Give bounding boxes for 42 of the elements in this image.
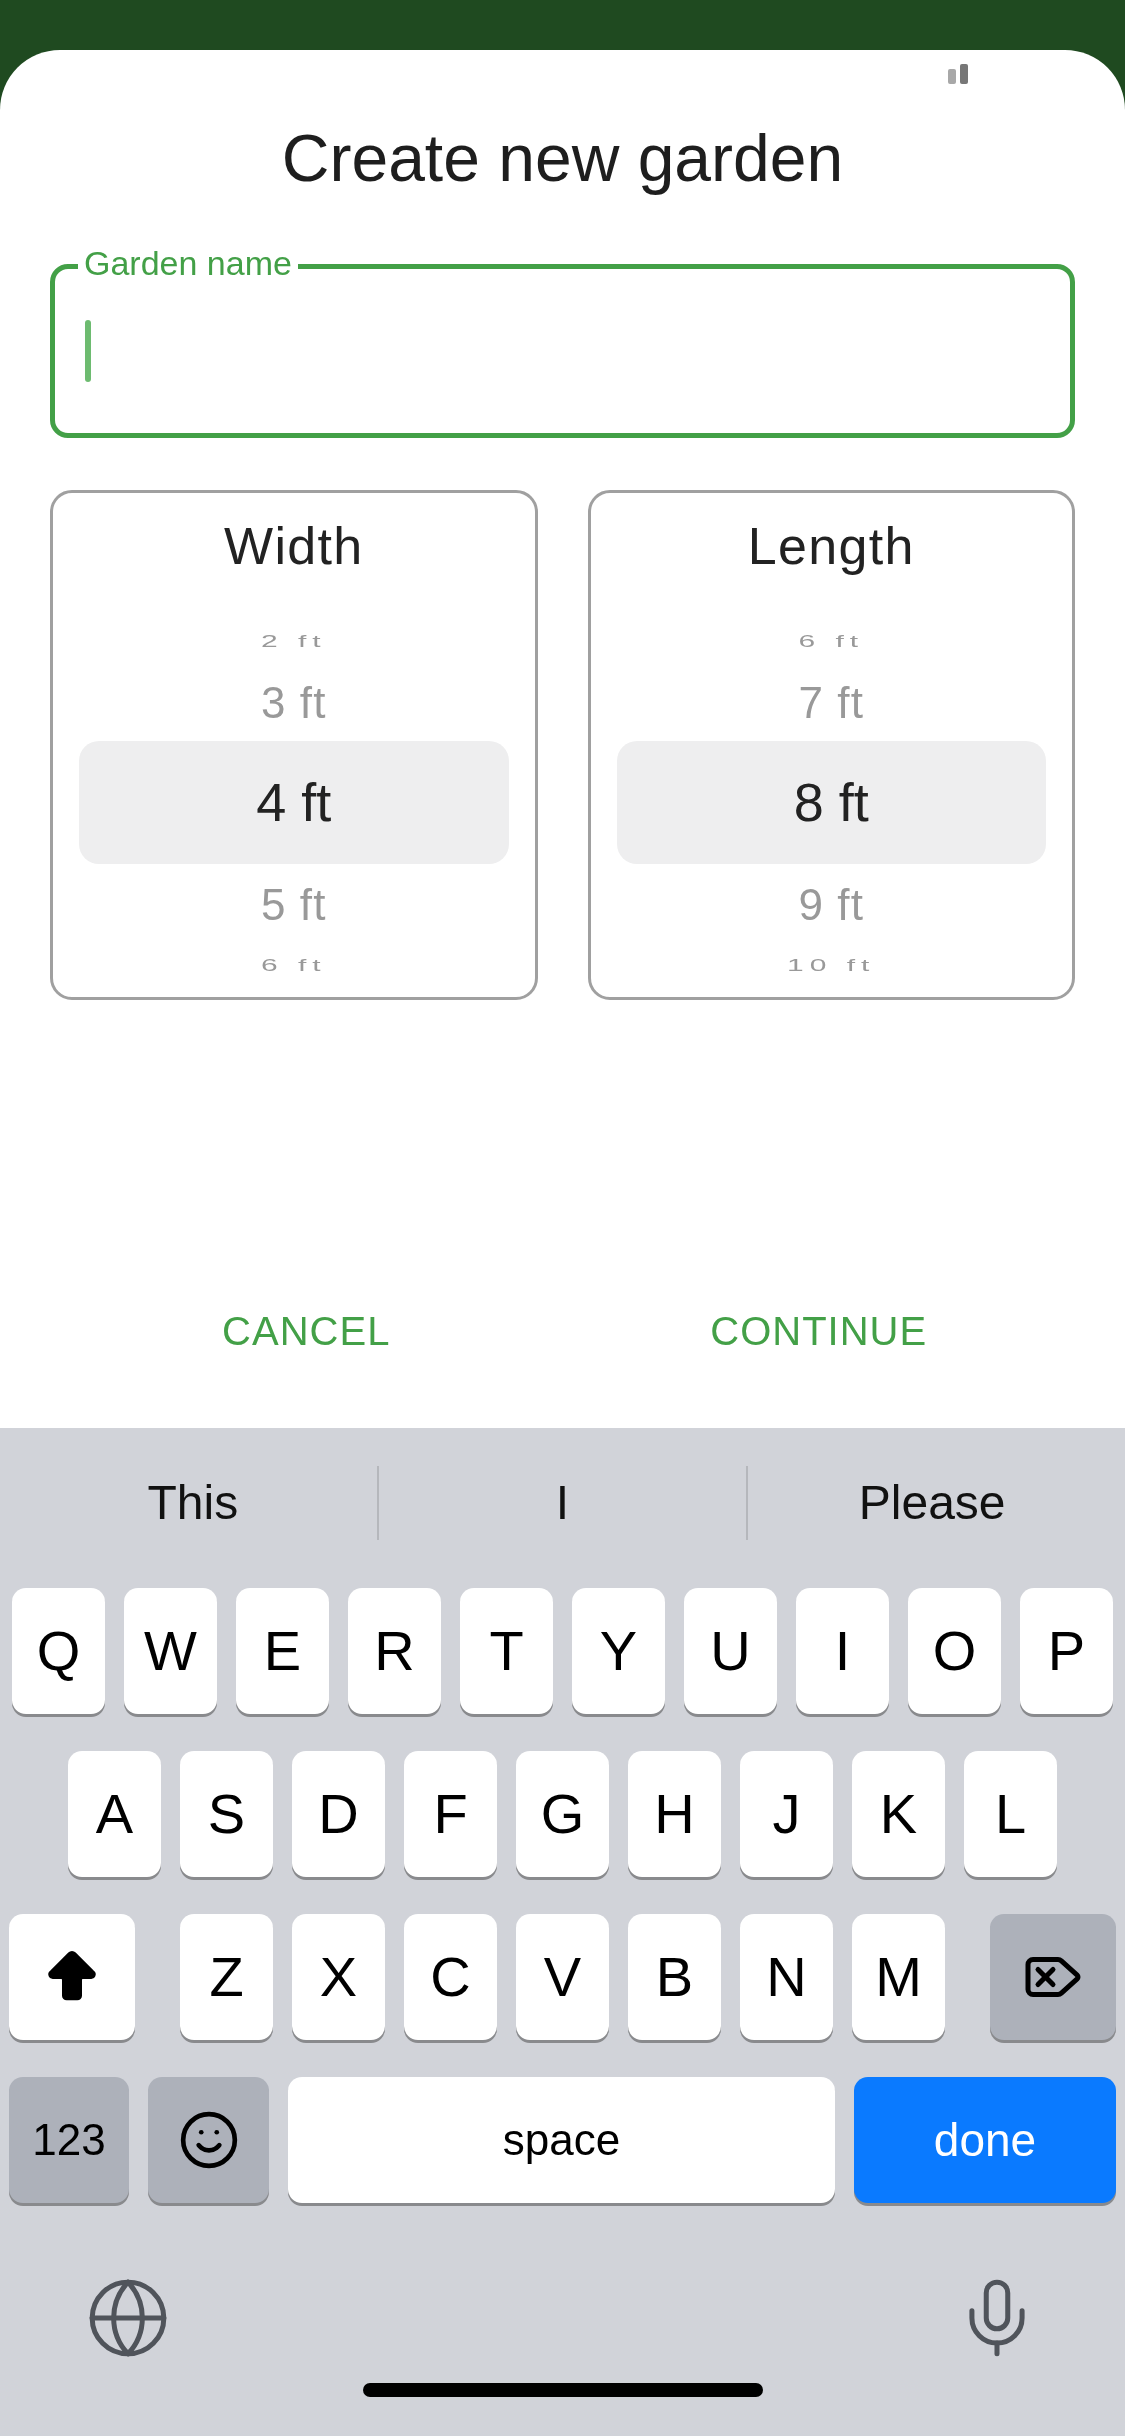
keyboard-key[interactable]: S: [180, 1751, 273, 1877]
keyboard-key[interactable]: J: [740, 1751, 833, 1877]
picker-option[interactable]: 8 ft: [616, 741, 1046, 864]
picker-label: Length: [747, 516, 915, 577]
emoji-key[interactable]: [148, 2077, 269, 2203]
keyboard-key[interactable]: A: [68, 1751, 161, 1877]
suggestion-item[interactable]: This: [137, 1467, 249, 1539]
keyboard-key[interactable]: K: [852, 1751, 945, 1877]
keyboard-key[interactable]: U: [684, 1588, 777, 1714]
keyboard-key[interactable]: W: [124, 1588, 217, 1714]
keyboard-key[interactable]: Y: [572, 1588, 665, 1714]
signal-icon: [948, 64, 970, 84]
keyboard-key[interactable]: H: [628, 1751, 721, 1877]
keyboard-key[interactable]: D: [292, 1751, 385, 1877]
keyboard-key[interactable]: E: [236, 1588, 329, 1714]
keyboard-key[interactable]: B: [628, 1914, 721, 2040]
keyboard-key[interactable]: X: [292, 1914, 385, 2040]
done-key[interactable]: done: [854, 2077, 1116, 2203]
numbers-key[interactable]: 123: [9, 2077, 129, 2203]
suggestion-item[interactable]: Please: [848, 1467, 1016, 1539]
keyboard-key[interactable]: N: [740, 1914, 833, 2040]
keyboard-key[interactable]: C: [404, 1914, 497, 2040]
text-cursor: [85, 320, 91, 382]
picker-label: Width: [224, 516, 364, 577]
backspace-key[interactable]: [990, 1914, 1116, 2040]
shift-key[interactable]: [9, 1914, 135, 2040]
space-key[interactable]: space: [288, 2077, 835, 2203]
keyboard-key[interactable]: O: [908, 1588, 1001, 1714]
keyboard-key[interactable]: Q: [12, 1588, 105, 1714]
keyboard-key[interactable]: I: [796, 1588, 889, 1714]
dialog-title: Create new garden: [281, 120, 844, 197]
suggestion-item[interactable]: I: [545, 1467, 580, 1539]
keyboard-key[interactable]: G: [516, 1751, 609, 1877]
keyboard-key[interactable]: Z: [180, 1914, 273, 2040]
keyboard-key[interactable]: R: [348, 1588, 441, 1714]
picker-option[interactable]: 4 ft: [79, 741, 509, 864]
keyboard-key[interactable]: F: [404, 1751, 497, 1877]
keyboard-key[interactable]: P: [1020, 1588, 1113, 1714]
keyboard-key[interactable]: L: [964, 1751, 1057, 1877]
keyboard-key[interactable]: V: [516, 1914, 609, 2040]
keyboard-key[interactable]: M: [852, 1914, 945, 2040]
keyboard-key[interactable]: T: [460, 1588, 553, 1714]
